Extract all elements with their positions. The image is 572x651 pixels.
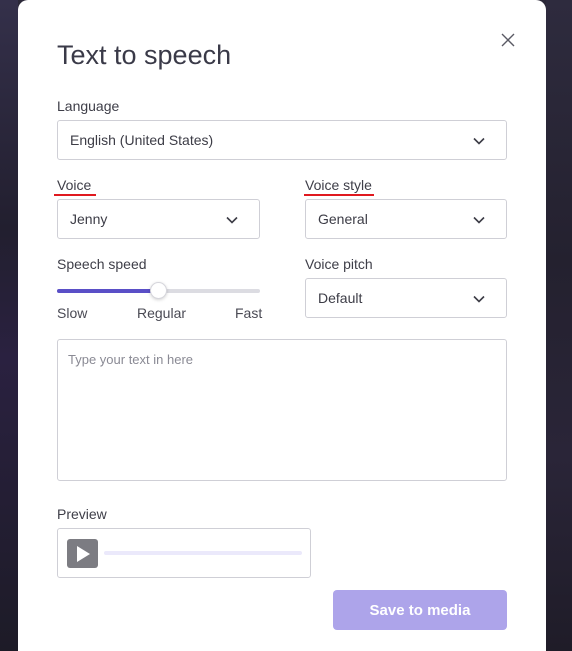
voice-style-label-underline: [304, 194, 374, 196]
text-to-speech-dialog: Text to speech Language English (United …: [18, 0, 546, 651]
play-icon: [76, 545, 90, 562]
speech-text-input[interactable]: [57, 339, 507, 481]
language-label: Language: [57, 98, 120, 114]
background-left: [0, 0, 18, 651]
voice-pitch-selected-value: Default: [318, 290, 363, 306]
chevron-down-icon: [473, 137, 485, 145]
speed-min-label: Slow: [57, 305, 88, 321]
dialog-title: Text to speech: [57, 40, 232, 70]
close-button[interactable]: [498, 30, 518, 50]
voice-label-underline: [54, 194, 96, 196]
language-selected-value: English (United States): [70, 132, 214, 148]
speech-speed-slider-thumb[interactable]: [150, 282, 167, 299]
preview-label: Preview: [57, 506, 107, 522]
chevron-down-icon: [226, 216, 238, 224]
speed-max-label: Fast: [235, 305, 263, 321]
voice-style-label: Voice style: [305, 177, 372, 193]
preview-progress-bar[interactable]: [104, 551, 302, 555]
preview-player: [57, 528, 311, 578]
chevron-down-icon: [473, 216, 485, 224]
speech-speed-label: Speech speed: [57, 256, 147, 272]
voice-pitch-select[interactable]: Default: [305, 278, 507, 318]
play-button[interactable]: [67, 539, 98, 568]
voice-selected-value: Jenny: [70, 211, 108, 227]
speech-speed-slider-fill: [57, 289, 159, 293]
background-right: [546, 0, 572, 651]
close-icon: [501, 33, 515, 47]
voice-select[interactable]: Jenny: [57, 199, 260, 239]
voice-label: Voice: [57, 177, 92, 193]
voice-style-selected-value: General: [318, 211, 368, 227]
save-to-media-button[interactable]: Save to media: [333, 590, 507, 630]
voice-style-select[interactable]: General: [305, 199, 507, 239]
chevron-down-icon: [473, 295, 485, 303]
speed-mid-label: Regular: [137, 305, 187, 321]
voice-pitch-label: Voice pitch: [305, 256, 373, 272]
language-select[interactable]: English (United States): [57, 120, 507, 160]
speech-speed-slider[interactable]: [57, 282, 260, 299]
